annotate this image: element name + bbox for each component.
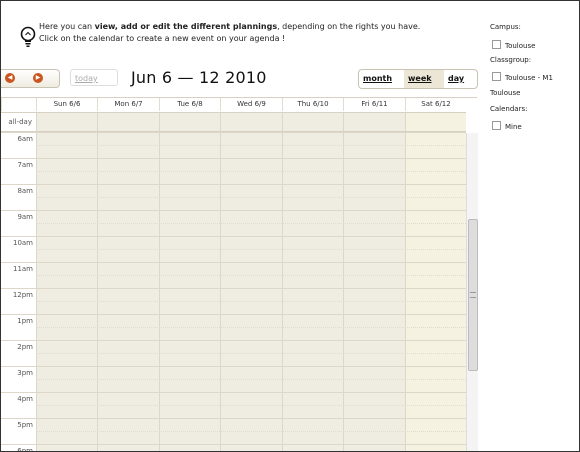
grip-icon (470, 292, 476, 298)
info-text: Here you can view, add or edit the diffe… (39, 21, 420, 45)
hour-label: 6pm (17, 447, 33, 452)
hour-label: 5pm (17, 421, 33, 429)
next-button[interactable]: ▶ (33, 73, 43, 83)
hour-row: 8am (1, 184, 466, 210)
date-range-title: Jun 6 — 12 2010 (131, 68, 267, 87)
hour-label: 4pm (17, 395, 33, 403)
half-hour-line (36, 223, 466, 224)
half-hour-line (36, 145, 466, 146)
info-prefix: Here you can (39, 22, 95, 31)
campus-option[interactable]: Toulouse (492, 40, 535, 50)
classgroup-label: Classgroup: (490, 56, 532, 64)
view-month-button[interactable]: month (359, 70, 404, 88)
hour-row: 7am (1, 158, 466, 184)
day-header: Tue 6/8 (159, 98, 220, 111)
chevron-right-icon: ▶ (35, 74, 41, 81)
allday-cell[interactable] (220, 113, 282, 131)
half-hour-line (36, 249, 466, 250)
info-suffix: , depending on the rights you have. (277, 22, 421, 31)
time-grid: 6am 7am 8am 9am 10am 11am 12pm 1pm 2pm 3… (1, 132, 466, 452)
half-hour-line (36, 301, 466, 302)
hour-label: 3pm (17, 369, 33, 377)
classgroup-option[interactable]: Toulouse - M1 (492, 72, 553, 82)
half-hour-line (36, 197, 466, 198)
half-hour-line (36, 431, 466, 432)
prev-next-nav: ◀ ▶ (1, 69, 60, 88)
hour-row: 2pm (1, 340, 466, 366)
allday-label: all-day (8, 118, 32, 126)
hour-label: 10am (12, 239, 33, 247)
prev-button[interactable]: ◀ (5, 73, 15, 83)
today-button[interactable]: today (70, 69, 118, 86)
half-hour-line (36, 275, 466, 276)
classgroup-option-label: Toulouse - M1 (505, 74, 553, 82)
allday-cell-today[interactable] (405, 113, 466, 131)
allday-cell[interactable] (97, 113, 159, 131)
day-header: Thu 6/10 (282, 98, 343, 111)
allday-row: all-day (1, 112, 466, 133)
hour-row: 12pm (1, 288, 466, 314)
week-calendar: Sun 6/6 Mon 6/7 Tue 6/8 Wed 6/9 Thu 6/10… (1, 97, 477, 452)
scrollbar-thumb[interactable] (468, 219, 478, 371)
allday-cell[interactable] (282, 113, 343, 131)
campus-label: Campus: (490, 23, 521, 31)
hour-label: 6am (17, 135, 33, 143)
checkbox[interactable] (492, 121, 501, 130)
half-hour-line (36, 327, 466, 328)
app-frame: Here you can view, add or edit the diffe… (0, 0, 580, 452)
hour-row: 6pm (1, 444, 466, 452)
view-switcher: month week day (358, 69, 478, 89)
allday-cell[interactable] (343, 113, 405, 131)
lightbulb-icon (20, 26, 36, 47)
campus-option-label: Toulouse (505, 42, 536, 50)
day-header: Mon 6/7 (97, 98, 159, 111)
hour-row: 10am (1, 236, 466, 262)
corner-header (1, 98, 36, 111)
hour-label: 2pm (17, 343, 33, 351)
hour-label: 12pm (12, 291, 33, 299)
chevron-left-icon: ◀ (7, 74, 13, 81)
calendars-option[interactable]: Mine (492, 121, 522, 131)
hour-label: 9am (17, 213, 33, 221)
day-header: Sat 6/12 (405, 98, 466, 111)
calendars-label: Calendars: (490, 105, 528, 113)
hour-label: 8am (17, 187, 33, 195)
hour-label: 11am (12, 265, 33, 273)
hour-row: 6am (1, 132, 466, 158)
half-hour-line (36, 379, 466, 380)
allday-cell[interactable] (159, 113, 220, 131)
info-line2: Click on the calendar to create a new ev… (39, 34, 286, 43)
hour-row: 1pm (1, 314, 466, 340)
selected-group-text: Toulouse (490, 89, 521, 97)
day-header: Wed 6/9 (220, 98, 282, 111)
view-day-button[interactable]: day (444, 70, 477, 88)
hour-label: 7am (17, 161, 33, 169)
checkbox[interactable] (492, 40, 501, 49)
hour-row: 11am (1, 262, 466, 288)
half-hour-line (36, 405, 466, 406)
hour-row: 9am (1, 210, 466, 236)
info-bold: view, add or edit the different planning… (94, 22, 278, 31)
hour-label: 1pm (17, 317, 33, 325)
half-hour-line (36, 353, 466, 354)
day-header: Sun 6/6 (36, 98, 97, 111)
hour-row: 4pm (1, 392, 466, 418)
hour-row: 3pm (1, 366, 466, 392)
hour-row: 5pm (1, 418, 466, 444)
calendar-scrollbar[interactable] (466, 133, 478, 451)
allday-cell[interactable] (36, 113, 97, 131)
checkbox[interactable] (492, 72, 501, 81)
day-header: Fri 6/11 (343, 98, 405, 111)
half-hour-line (36, 171, 466, 172)
calendars-option-label: Mine (505, 123, 522, 131)
view-week-button[interactable]: week (404, 70, 444, 88)
